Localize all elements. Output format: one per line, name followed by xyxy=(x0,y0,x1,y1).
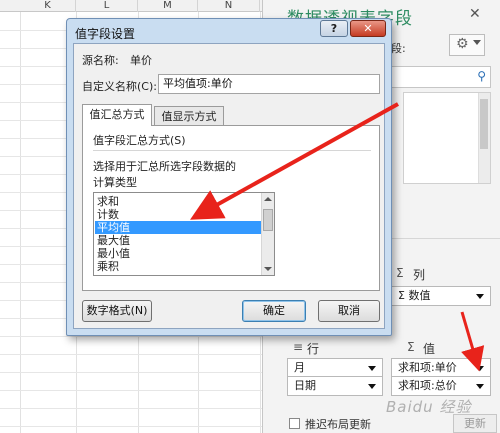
dialog-title: 值字段设置 xyxy=(75,27,136,41)
grid-row-line xyxy=(0,372,262,373)
grid-row-line xyxy=(0,354,262,355)
list-item[interactable]: 最小值 xyxy=(95,247,261,260)
row-field-month-label: 月 xyxy=(294,361,305,374)
calc-type-listbox[interactable]: 求和 计数 平均值 最大值 最小值 乘积 xyxy=(93,192,275,276)
value-field-price-label: 求和项:单价 xyxy=(398,361,457,374)
tab-show-values-as[interactable]: 值显示方式 xyxy=(154,106,224,125)
columns-area-label: 列 xyxy=(413,268,426,282)
sigma-icon: Σ xyxy=(396,266,404,280)
ok-button[interactable]: 确定 xyxy=(242,300,306,322)
list-item[interactable]: 乘积 xyxy=(95,260,261,273)
defer-layout-label: 推迟布局更新 xyxy=(305,418,371,431)
custom-name-input[interactable]: 平均值项:单价 xyxy=(158,74,380,94)
row-field-month[interactable]: 月 xyxy=(287,358,383,378)
scroll-down-icon[interactable] xyxy=(264,267,272,271)
summarize-tab-panel: 值字段汇总方式(S) 选择用于汇总所选字段数据的 计算类型 求和 计数 平均值 … xyxy=(82,125,380,291)
source-name-value: 单价 xyxy=(130,54,152,67)
chevron-down-icon xyxy=(476,294,484,299)
cancel-button[interactable]: 取消 xyxy=(318,300,380,322)
group-divider xyxy=(93,150,371,151)
columns-field-dropdown[interactable]: Σ 数值 xyxy=(391,286,491,306)
rows-icon: ≡ xyxy=(293,340,304,354)
chevron-down-icon xyxy=(473,40,481,45)
field-list[interactable] xyxy=(403,92,491,184)
pane-subtitle: 段: xyxy=(391,42,406,55)
watermark: Baidu 经验 xyxy=(386,398,472,416)
dialog-body: 源名称: 单价 自定义名称(C): 平均值项:单价 值汇总方式 值显示方式 值字… xyxy=(73,43,385,329)
sigma-icon: Σ xyxy=(407,340,415,354)
value-field-total[interactable]: 求和项:总价 xyxy=(391,376,491,396)
row-field-date-label: 日期 xyxy=(294,379,316,392)
column-header-n[interactable]: N xyxy=(198,0,260,12)
chevron-down-icon xyxy=(368,366,376,371)
list-item[interactable]: 计数 xyxy=(95,208,261,221)
list-item[interactable]: 求和 xyxy=(95,195,261,208)
search-icon: ⚲ xyxy=(477,69,486,83)
summarize-group-label: 值字段汇总方式(S) xyxy=(93,134,186,147)
summarize-description: 选择用于汇总所选字段数据的 xyxy=(93,160,236,173)
help-button[interactable]: ? xyxy=(320,20,348,37)
chevron-down-icon xyxy=(368,384,376,389)
chevron-down-icon xyxy=(476,384,484,389)
column-header-m[interactable]: M xyxy=(138,0,198,12)
rows-area-label: 行 xyxy=(307,342,320,356)
chevron-down-icon xyxy=(476,366,484,371)
close-button[interactable]: ✕ xyxy=(350,20,386,37)
defer-layout-checkbox[interactable] xyxy=(289,418,300,429)
column-header-l[interactable]: L xyxy=(76,0,138,12)
field-list-scrollbar[interactable] xyxy=(478,93,490,183)
scrollbar-thumb[interactable] xyxy=(480,99,488,149)
list-item[interactable]: 最大值 xyxy=(95,234,261,247)
column-header-row: K L M N xyxy=(0,0,262,12)
values-area-label: 值 xyxy=(423,342,436,356)
row-field-date[interactable]: 日期 xyxy=(287,376,383,396)
value-field-price[interactable]: 求和项:单价 xyxy=(391,358,491,378)
value-field-settings-dialog: 值字段设置 ? ✕ 源名称: 单价 自定义名称(C): 平均值项:单价 值汇总方… xyxy=(66,18,392,336)
grid-row-line xyxy=(0,426,262,427)
gear-icon: ⚙ xyxy=(456,36,469,52)
tab-summarize-by[interactable]: 值汇总方式 xyxy=(82,104,152,126)
listbox-scrollbar[interactable] xyxy=(261,193,274,275)
scroll-up-icon[interactable] xyxy=(264,197,272,201)
column-header-k[interactable]: K xyxy=(20,0,76,12)
grid-column-line xyxy=(20,12,21,433)
close-icon[interactable]: ✕ xyxy=(469,6,481,22)
grid-row-line xyxy=(0,390,262,391)
scrollbar-thumb[interactable] xyxy=(263,209,273,231)
calc-type-label: 计算类型 xyxy=(93,176,137,189)
sigma-icon: Σ xyxy=(398,289,409,302)
grid-row-line xyxy=(0,336,262,337)
value-field-total-label: 求和项:总价 xyxy=(398,379,457,392)
number-format-button[interactable]: 数字格式(N) xyxy=(82,300,152,322)
grid-row-line xyxy=(0,408,262,409)
columns-field-value: 数值 xyxy=(408,289,431,302)
tools-button[interactable]: ⚙ xyxy=(449,34,485,56)
field-search-input[interactable]: ⚲ xyxy=(387,66,491,88)
source-name-label: 源名称: xyxy=(82,54,119,67)
list-item-selected[interactable]: 平均值 xyxy=(95,221,261,234)
custom-name-label: 自定义名称(C): xyxy=(82,80,157,93)
